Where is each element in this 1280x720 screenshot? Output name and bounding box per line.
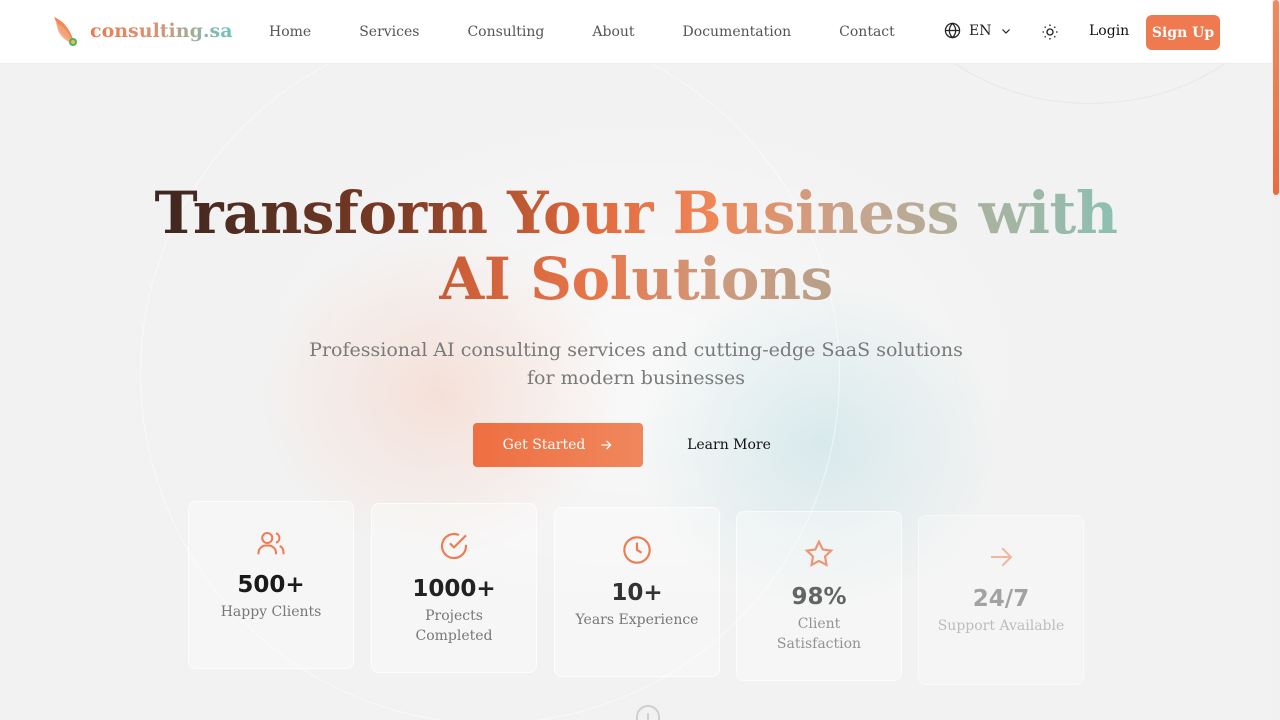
stat-value: 98% [791,584,847,610]
stat-label: Projects Completed [415,608,493,644]
star-icon [804,539,834,567]
scrollbar-thumb[interactable] [1273,0,1279,195]
get-started-button[interactable]: Get Started [473,423,643,467]
clock-icon [623,536,651,564]
hero-title-line1: Transform Your Business with [154,179,1119,247]
stat-value: 1000+ [412,576,496,602]
nav-link-services[interactable]: Services [359,24,419,40]
learn-more-button[interactable]: Learn More [660,423,798,467]
main-nav: Home Services Consulting About Documenta… [269,0,943,64]
scroll-indicator-dot [647,713,649,720]
brand-name: consulting.sa [90,20,233,42]
chevron-down-icon [1002,28,1011,34]
arrow-right-icon [601,440,612,450]
stat-card-support: 24/7 Support Available [918,515,1084,685]
stat-card-experience: 10+ Years Experience [554,507,720,677]
stat-value: 24/7 [972,586,1030,612]
stat-card-satisfaction: 98% Client Satisfaction [736,511,902,681]
get-started-label: Get Started [502,437,586,453]
stat-card-projects: 1000+ Projects Completed [371,503,537,673]
theme-toggle[interactable] [1041,23,1059,45]
nav-link-about[interactable]: About [592,24,634,40]
nav-link-contact[interactable]: Contact [839,24,895,40]
nav-link-consulting[interactable]: Consulting [467,24,544,40]
stat-label: Client Satisfaction [776,616,862,652]
login-link[interactable]: Login [1089,23,1129,39]
users-icon [257,532,285,555]
stat-label: Years Experience [575,612,699,628]
stat-label: Happy Clients [220,604,322,620]
language-selector[interactable]: EN [944,22,1012,39]
logo-feather-icon [54,17,77,46]
check-circle-icon [441,532,468,560]
nav-link-home[interactable]: Home [269,24,311,40]
hero-subtitle: Professional AI consulting services and … [309,339,963,389]
globe-icon [944,22,961,39]
hero-title-line2: AI Solutions [439,245,833,313]
language-label: EN [969,22,992,39]
stat-card-clients: 500+ Happy Clients [188,501,354,669]
scrollbar[interactable] [1272,0,1280,720]
stat-label: Support Available [937,618,1065,634]
brand-logo[interactable]: consulting.sa [52,14,233,48]
nav-link-documentation[interactable]: Documentation [683,24,792,40]
stat-value: 500+ [237,572,305,598]
top-navbar: consulting.sa Home Services Consulting A… [0,0,1272,64]
arrow-right-icon [991,547,1013,567]
stat-value: 10+ [611,580,663,606]
signup-button[interactable]: Sign Up [1146,15,1220,50]
sun-icon [1042,24,1058,40]
hero-title: Transform Your Business with AI Solution… [140,180,1132,312]
